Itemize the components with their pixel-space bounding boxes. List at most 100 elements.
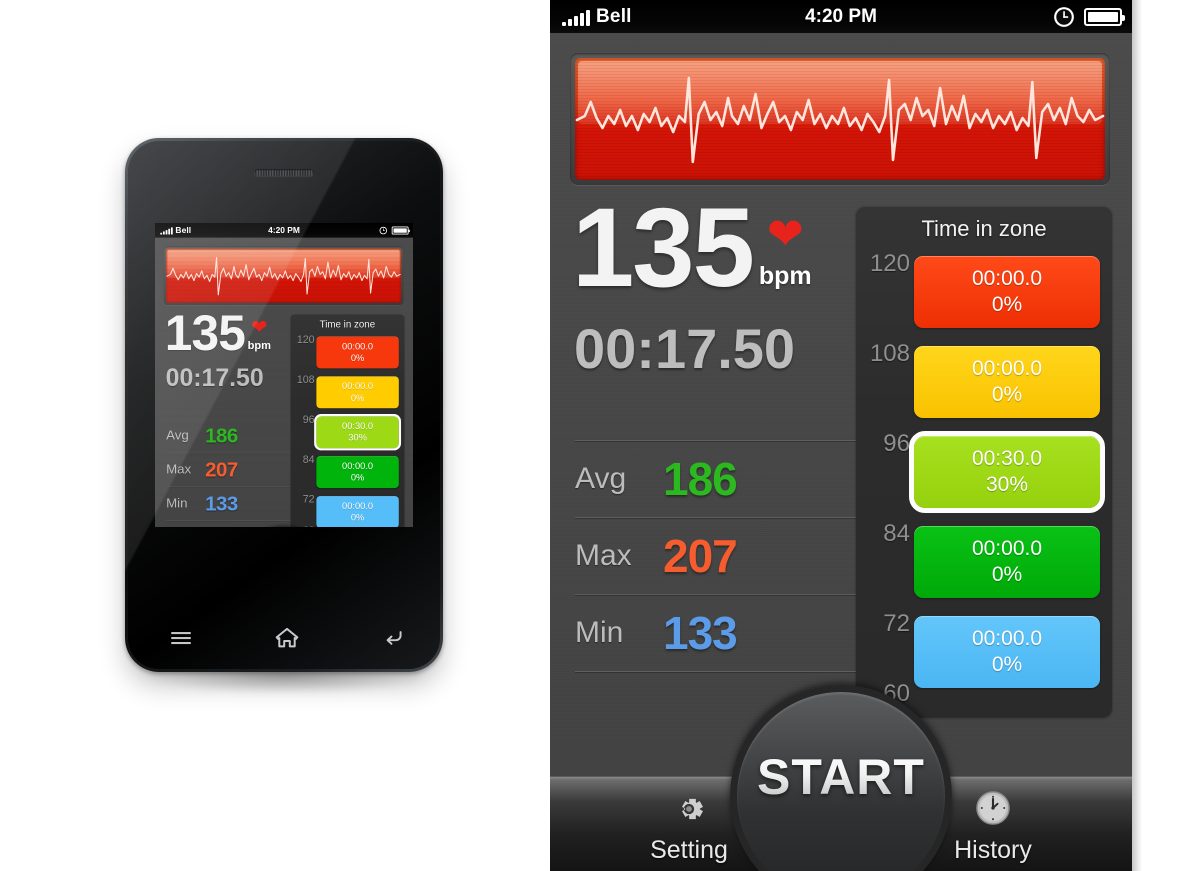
bpm-side-group: ❤ bpm: [758, 210, 812, 291]
zone-bar-84[interactable]: 00:00.0 0%: [914, 526, 1100, 598]
zone-percent-120: 0%: [991, 293, 1023, 316]
heart-rate-waveform: [575, 58, 1105, 180]
zone-row-120[interactable]: 120 00:00.0 0%: [856, 248, 1112, 338]
back-icon[interactable]: [380, 625, 406, 651]
stat-row-min: Min 133: [166, 487, 295, 521]
time-in-zone-panel-mini: Time in zone 120 00:00.0 0% 108 00:00.0 …: [290, 314, 405, 527]
zone-row[interactable]: 108 00:00.0 0%: [291, 373, 404, 413]
phone-mockup: Bell 4:20 PM 135 ❤ bpm 00:17.50 Avg 186 …: [125, 138, 443, 694]
zone-axis-label: 72: [302, 493, 315, 506]
zone-percent: 0%: [350, 472, 365, 483]
stat-value-min: 133: [663, 607, 738, 659]
zone-axis-label-bottom: 60: [293, 524, 315, 527]
zone-percent: 0%: [350, 392, 365, 403]
stat-row-max: Max 207: [575, 518, 865, 594]
zone-time-72: 00:00.0: [971, 627, 1043, 650]
zone-axis-label: 108: [296, 373, 315, 386]
alarm-clock-icon: [379, 226, 388, 235]
stat-row-avg: Avg 186: [575, 441, 865, 517]
status-time: 4:20 PM: [268, 225, 300, 235]
zone-axis-label: 96: [302, 413, 315, 426]
stats-list-mini: Avg 186 Max 207 Min 133: [166, 418, 295, 521]
time-in-zone-panel: Time in zone 120 00:00.0 0% 108 00:00.0 …: [856, 206, 1112, 717]
earpiece-speaker: [254, 169, 314, 176]
zone-percent: 0%: [350, 512, 365, 523]
stat-value-avg: 186: [205, 423, 238, 447]
zone-row[interactable]: 120 00:00.0 0%: [291, 333, 404, 373]
zone-row[interactable]: 72 60 00:00.0 0%: [291, 493, 404, 527]
alarm-clock-icon: [1054, 6, 1074, 27]
zone-time-96: 00:30.0: [971, 447, 1043, 470]
zone-bar-120[interactable]: 00:00.0 0%: [914, 256, 1100, 328]
status-bar-right: [1053, 6, 1125, 28]
bpm-value: 135: [572, 185, 755, 310]
zone-time: 00:00.0: [342, 461, 374, 472]
zone-percent: 0%: [350, 352, 365, 364]
home-icon[interactable]: [273, 624, 301, 652]
zone-bar-108[interactable]: 00:00.0 0%: [316, 376, 399, 409]
zone-percent-96: 30%: [985, 473, 1029, 496]
screenshot-canvas: Bell 4:20 PM 135 ❤ bpm 00:17.50 Avg 186 …: [0, 0, 1200, 871]
stat-value-min: 133: [205, 492, 238, 516]
zone-row-108[interactable]: 108 00:00.0 0%: [856, 338, 1112, 428]
phone-screen-content: Bell 4:20 PM 135 ❤ bpm 00:17.50 Avg 186 …: [155, 223, 413, 527]
stat-row-min: Min 133: [575, 595, 865, 671]
stat-row-max: Max 207: [166, 453, 295, 487]
zone-axis-label-84: 84: [883, 520, 910, 547]
bpm-reading: 135 ❤ bpm: [572, 185, 812, 310]
heart-icon: ❤: [251, 316, 268, 338]
status-bar-mini: Bell 4:20 PM: [155, 223, 413, 238]
stat-value-max: 207: [205, 457, 238, 482]
zone-bar-72[interactable]: 00:00.0 0%: [316, 496, 399, 527]
zone-bar-72[interactable]: 00:00.0 0%: [914, 616, 1100, 688]
ecg-frame-mini: [163, 246, 404, 306]
heart-rate-waveform: [166, 248, 402, 303]
zone-bar-96-active[interactable]: 00:30.0 30%: [909, 431, 1105, 513]
stat-label: Max: [166, 461, 192, 477]
zone-panel-title: Time in zone: [921, 216, 1047, 241]
stat-row-avg: Avg 186: [166, 418, 295, 452]
elapsed-timer: 00:17.50: [574, 317, 796, 380]
bpm-unit-label: bpm: [247, 339, 271, 352]
stats-divider-bottom: [575, 671, 865, 672]
zone-panel-title: Time in zone: [319, 318, 376, 330]
ecg-frame: [570, 53, 1110, 185]
zone-row[interactable]: 84 00:00.0 0%: [291, 453, 404, 493]
zone-bar-96-active[interactable]: 00:30.0 30%: [314, 414, 402, 451]
app-screen-mini: Bell 4:20 PM 135 ❤ bpm 00:17.50 Avg 186 …: [155, 223, 413, 527]
zone-bar-84[interactable]: 00:00.0 0%: [316, 456, 399, 489]
zone-time: 00:00.0: [342, 341, 374, 352]
zone-axis-label: 84: [302, 453, 315, 466]
ecg-trace: [575, 76, 1105, 164]
zone-time-108: 00:00.0: [971, 357, 1043, 380]
zone-bar-108[interactable]: 00:00.0 0%: [914, 346, 1100, 418]
zone-axis-label-120: 120: [869, 250, 910, 277]
clock-icon: [976, 791, 1010, 825]
zone-time-84: 00:00.0: [971, 537, 1043, 560]
zone-axis-label-108: 108: [869, 340, 910, 367]
zone-percent-84: 0%: [991, 563, 1023, 586]
stat-label-max: Max: [575, 539, 632, 572]
bpm-unit-label: bpm: [758, 262, 812, 290]
gear-icon: [682, 798, 703, 820]
elapsed-timer: 00:17.50: [165, 363, 264, 392]
menu-icon[interactable]: [168, 625, 194, 651]
zone-time: 00:00.0: [342, 381, 374, 392]
status-bar-time: 4:20 PM: [805, 5, 877, 27]
zone-axis-label-72: 72: [883, 610, 910, 637]
zone-time: 00:30.0: [342, 421, 374, 432]
battery-icon: [391, 226, 410, 235]
stat-value-max: 207: [663, 530, 738, 582]
bpm-reading-mini: 135 ❤ bpm: [165, 308, 271, 358]
heart-icon: ❤: [766, 210, 804, 259]
android-nav-bar: [128, 607, 440, 669]
app-screen: Bell 4:20 PM 135 ❤ bpm 00:17.50 Avg 186 …: [550, 0, 1132, 871]
zone-row-84[interactable]: 84 00:00.0 0%: [856, 518, 1112, 608]
phone-body: Bell 4:20 PM 135 ❤ bpm 00:17.50 Avg 186 …: [125, 138, 443, 672]
zone-row-96[interactable]: 96 00:30.0 30%: [856, 428, 1112, 518]
stat-label: Min: [166, 496, 188, 511]
zone-row[interactable]: 96 00:30.0 30%: [291, 413, 404, 453]
zone-bar-120[interactable]: 00:00.0 0%: [316, 336, 399, 369]
bpm-side: ❤ bpm: [247, 316, 271, 352]
zone-row-72[interactable]: 72 60 00:00.0 0%: [856, 608, 1112, 707]
